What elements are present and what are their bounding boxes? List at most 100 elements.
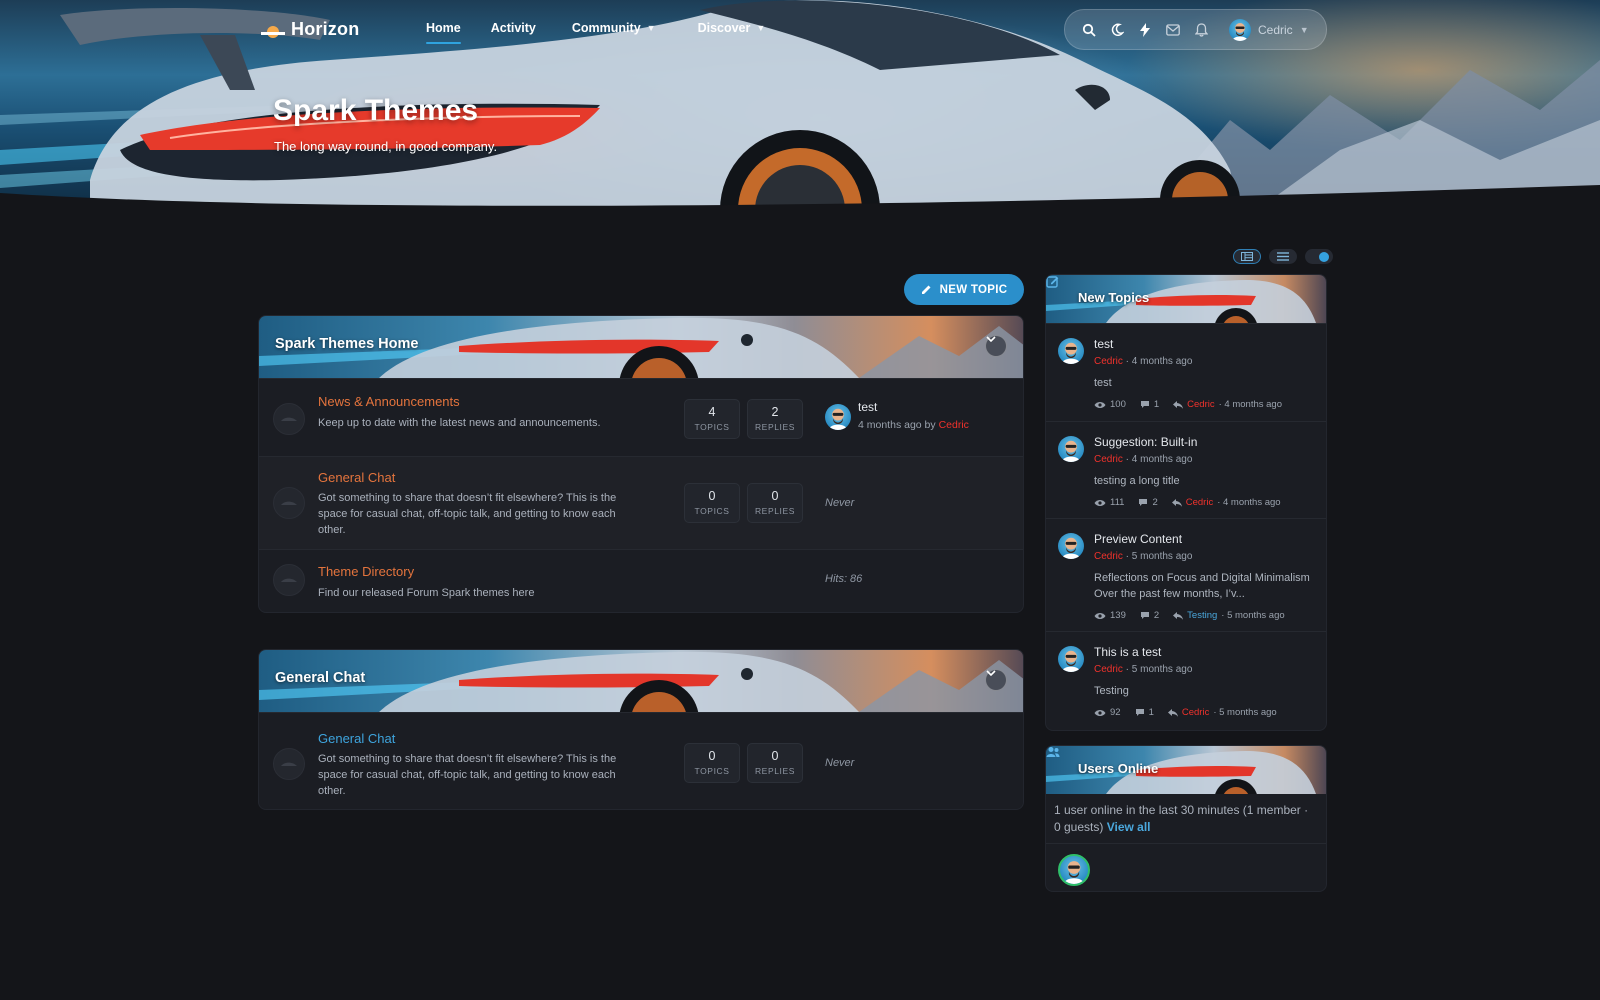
edit-icon <box>1046 276 1059 288</box>
replies-count: 2 <box>771 405 779 419</box>
topic-author-link[interactable]: Cedric <box>1094 551 1123 562</box>
widget-header: Users Online <box>1046 746 1326 794</box>
search-icon[interactable] <box>1081 22 1097 38</box>
topic-time: · 5 months ago <box>1122 664 1193 675</box>
topic-title-link[interactable]: test <box>1094 337 1314 351</box>
avatar[interactable] <box>1058 646 1084 672</box>
page-subtitle: The long way round, in good company. <box>274 139 498 154</box>
nav-item-activity[interactable]: Activity <box>491 21 536 35</box>
topic-author-link[interactable]: Cedric <box>1094 664 1123 675</box>
topic-stats: 100 1 Cedric · 4 months ago <box>1094 399 1314 410</box>
forum-title-link[interactable]: General Chat <box>318 731 395 746</box>
collapse-button[interactable] <box>985 335 1007 357</box>
avatar[interactable] <box>1058 436 1084 462</box>
list-view-icon <box>1277 252 1289 261</box>
last-reply-author-link[interactable]: Cedric <box>1182 707 1209 718</box>
topic-time: · 4 months ago <box>1122 454 1193 465</box>
topic-stats: 92 1 Cedric · 5 months ago <box>1094 707 1314 718</box>
forum-description: Got something to share that doesn’t fit … <box>318 492 617 536</box>
category-card-spark-themes-home: Spark Themes Home News & Announcements K… <box>258 315 1024 613</box>
avatar[interactable] <box>825 404 851 430</box>
topic-item: test Cedric · 4 months ago test 100 1 Ce… <box>1046 323 1326 421</box>
topic-item: Preview Content Cedric · 5 months ago Re… <box>1046 518 1326 631</box>
topic-time: · 5 months ago <box>1122 551 1193 562</box>
reply-icon <box>1167 708 1178 717</box>
last-reply-author-link[interactable]: Testing <box>1187 610 1217 621</box>
topic-title-link[interactable]: This is a test <box>1094 645 1314 659</box>
topic-author-link[interactable]: Cedric <box>1094 356 1123 367</box>
grid-view-toggle[interactable] <box>1233 249 1261 264</box>
nav-item-community[interactable]: Community ▼ <box>572 21 656 35</box>
chevron-down-icon: ▼ <box>756 23 766 33</box>
new-topic-label: NEW TOPIC <box>939 283 1008 296</box>
topics-count: 4 <box>708 405 716 419</box>
avatar[interactable] <box>1058 854 1090 886</box>
replies-count: 0 <box>771 489 779 503</box>
topics-stat: 0 TOPICS <box>684 743 740 783</box>
bell-icon[interactable] <box>1193 22 1209 38</box>
chevron-down-icon <box>986 670 996 676</box>
avatar <box>1229 18 1251 41</box>
forum-title-link[interactable]: Theme Directory <box>318 564 414 579</box>
topic-excerpt: test <box>1094 377 1112 389</box>
chevron-down-icon: ▼ <box>646 23 656 33</box>
forum-icon <box>273 748 305 780</box>
avatar[interactable] <box>1058 533 1084 559</box>
comment-icon <box>1135 708 1145 717</box>
comment-icon <box>1138 498 1148 507</box>
replies-count: 1 <box>1148 707 1154 718</box>
lightning-icon[interactable] <box>1137 22 1153 38</box>
replies-stat: 0 REPLIES <box>747 483 803 523</box>
forum-description: Got something to share that doesn’t fit … <box>318 753 617 797</box>
forum-row: General Chat Got something to share that… <box>259 456 1023 549</box>
last-reply-author-link[interactable]: Cedric <box>1187 399 1214 410</box>
reply-icon <box>1173 611 1184 620</box>
replies-stat: 2 REPLIES <box>747 399 803 439</box>
new-topic-button[interactable]: NEW TOPIC <box>904 274 1024 305</box>
topic-excerpt: Reflections on Focus and Digital Minimal… <box>1094 572 1310 600</box>
mail-icon[interactable] <box>1165 22 1181 38</box>
user-menu[interactable]: Cedric ▼ <box>1229 18 1309 41</box>
view-all-link[interactable]: View all <box>1107 820 1151 834</box>
list-view-toggle[interactable] <box>1269 249 1297 264</box>
nav-item-label: Community <box>571 21 641 35</box>
online-users-list <box>1046 843 1326 891</box>
category-title: General Chat <box>275 670 366 686</box>
last-post-title-link[interactable]: test <box>858 400 969 414</box>
forum-icon <box>273 403 305 435</box>
topic-meta: Cedric · 5 months ago <box>1094 551 1314 562</box>
top-navigation-bar: Horizon Home Activity Community ▼ Discov… <box>0 0 1600 58</box>
moon-icon[interactable] <box>1109 22 1125 38</box>
last-reply-author-link[interactable]: Cedric <box>1186 497 1213 508</box>
topics-count: 0 <box>708 749 716 763</box>
nav-item-discover[interactable]: Discover ▼ <box>698 21 766 35</box>
brand-name: Horizon <box>291 19 360 39</box>
topic-author-link[interactable]: Cedric <box>1094 454 1123 465</box>
collapse-button[interactable] <box>985 669 1007 691</box>
hits-count: Hits: 86 <box>825 573 863 585</box>
forum-title-link[interactable]: News & Announcements <box>318 394 460 409</box>
users-online-summary: 1 user online in the last 30 minutes (1 … <box>1046 794 1326 843</box>
avatar[interactable] <box>1058 338 1084 364</box>
last-post-author-link[interactable]: Cedric <box>939 419 969 431</box>
nav-item-label: Home <box>426 21 461 35</box>
replies-count: 1 <box>1153 399 1160 410</box>
brand-logo[interactable]: Horizon <box>261 19 359 40</box>
topic-title-link[interactable]: Preview Content <box>1094 532 1314 546</box>
nav-item-home[interactable]: Home <box>426 21 461 44</box>
last-reply-time: · 4 months ago <box>1218 399 1282 410</box>
forum-title-link[interactable]: General Chat <box>318 470 395 485</box>
topic-title-link[interactable]: Suggestion: Built-in <box>1094 435 1314 449</box>
topic-item: Suggestion: Built-in Cedric · 4 months a… <box>1046 421 1326 518</box>
eye-icon <box>1094 709 1106 717</box>
forum-icon <box>281 578 297 582</box>
hero-banner: Horizon Home Activity Community ▼ Discov… <box>0 0 1600 215</box>
theme-toggle-switch[interactable] <box>1305 249 1333 264</box>
views-count: 92 <box>1110 707 1121 718</box>
users-icon <box>1046 747 1060 757</box>
topics-label: TOPICS <box>694 422 730 432</box>
users-online-text: 1 user online in the last 30 minutes (1 … <box>1054 803 1309 834</box>
sunrise-logo-icon <box>261 25 285 38</box>
header-tools: Cedric ▼ <box>1064 9 1327 50</box>
last-post-time: 4 months ago by <box>858 419 939 431</box>
